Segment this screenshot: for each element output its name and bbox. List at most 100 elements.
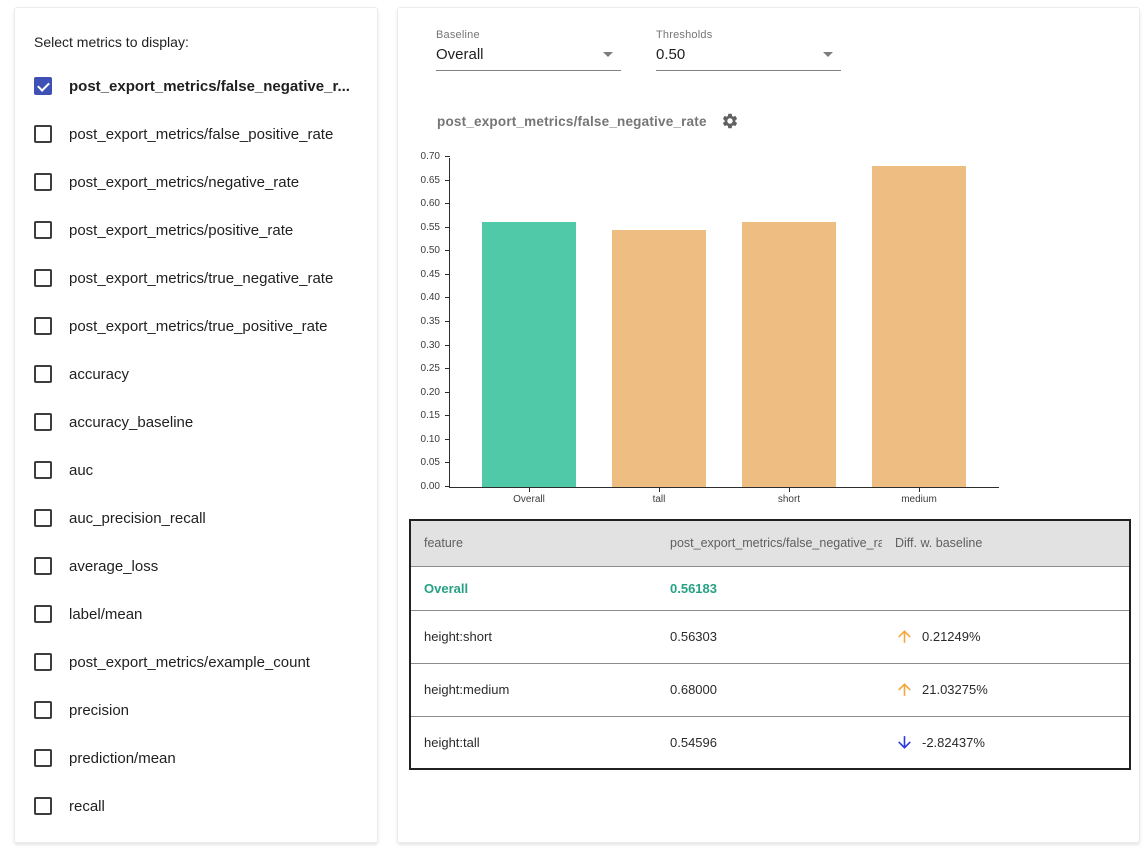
x-tick-label: Overall bbox=[469, 494, 589, 505]
metric-picker-panel: Select metrics to display: post_export_m… bbox=[14, 7, 378, 843]
diff-cell bbox=[882, 566, 1130, 610]
y-tick-label: 0.70 bbox=[406, 151, 440, 162]
checkbox-unchecked[interactable] bbox=[34, 797, 52, 815]
y-tick-mark bbox=[445, 368, 450, 369]
metric-item[interactable]: post_export_metrics/example_count bbox=[15, 638, 377, 686]
metric-item[interactable]: post_export_metrics/false_negative_r... bbox=[15, 62, 377, 110]
metric-item[interactable]: recall bbox=[15, 782, 377, 830]
metric-item[interactable]: label/mean bbox=[15, 590, 377, 638]
metric-item[interactable]: post_export_metrics/negative_rate bbox=[15, 158, 377, 206]
x-tick-label: tall bbox=[599, 494, 719, 505]
y-tick-label: 0.55 bbox=[406, 222, 440, 233]
x-tick-label: medium bbox=[859, 494, 979, 505]
metric-item[interactable]: post_export_metrics/false_positive_rate bbox=[15, 110, 377, 158]
y-tick-mark bbox=[445, 227, 450, 228]
diff-cell: 21.03275% bbox=[882, 663, 1130, 716]
table-row: Overall0.56183 bbox=[410, 566, 1130, 610]
checkbox-unchecked[interactable] bbox=[34, 461, 52, 479]
table-row: height:tall0.54596 -2.82437% bbox=[410, 716, 1130, 769]
metric-item[interactable]: auc_precision_recall bbox=[15, 494, 377, 542]
metric-item-label: post_export_metrics/positive_rate bbox=[69, 222, 293, 239]
y-tick-label: 0.10 bbox=[406, 434, 440, 445]
metric-item[interactable]: accuracy bbox=[15, 350, 377, 398]
col-header-diff: Diff. w. baseline bbox=[882, 520, 1130, 566]
bar-Overall bbox=[482, 222, 576, 487]
checkbox-unchecked[interactable] bbox=[34, 365, 52, 383]
y-tick-mark bbox=[445, 297, 450, 298]
y-tick-label: 0.15 bbox=[406, 410, 440, 421]
metric-item[interactable]: auc bbox=[15, 446, 377, 494]
checkbox-unchecked[interactable] bbox=[34, 221, 52, 239]
y-tick-mark bbox=[445, 250, 450, 251]
metric-item-label: recall bbox=[69, 798, 105, 815]
x-tick-label: short bbox=[729, 494, 849, 505]
checkbox-unchecked[interactable] bbox=[34, 509, 52, 527]
metric-item[interactable]: post_export_metrics/positive_rate bbox=[15, 206, 377, 254]
y-tick-label: 0.60 bbox=[406, 198, 440, 209]
thresholds-select-group: Thresholds 0.50 bbox=[656, 29, 841, 71]
metric-item[interactable]: post_export_metrics/true_positive_rate bbox=[15, 302, 377, 350]
diff-value: -2.82437% bbox=[922, 735, 985, 750]
bar-chart: 0.000.050.100.150.200.250.300.350.400.45… bbox=[449, 158, 999, 488]
baseline-select[interactable]: Overall bbox=[436, 41, 621, 71]
gear-icon[interactable] bbox=[720, 111, 740, 131]
y-tick-mark bbox=[445, 486, 450, 487]
table-row: height:medium0.6800021.03275% bbox=[410, 663, 1130, 716]
metric-item[interactable]: post_export_metrics/true_negative_rate bbox=[15, 254, 377, 302]
checkbox-unchecked[interactable] bbox=[34, 557, 52, 575]
metric-item-label: auc_precision_recall bbox=[69, 510, 206, 527]
metric-item-label: post_export_metrics/true_negative_rate bbox=[69, 270, 333, 287]
x-tick-mark bbox=[529, 487, 530, 492]
feature-cell: height:tall bbox=[410, 716, 657, 769]
checkbox-unchecked[interactable] bbox=[34, 749, 52, 767]
y-tick-mark bbox=[445, 274, 450, 275]
checkbox-unchecked[interactable] bbox=[34, 317, 52, 335]
bar-medium bbox=[872, 166, 966, 487]
metric-item[interactable]: accuracy_baseline bbox=[15, 398, 377, 446]
checkbox-unchecked[interactable] bbox=[34, 125, 52, 143]
arrow-up-icon bbox=[895, 627, 914, 646]
checkbox-checked[interactable] bbox=[34, 77, 52, 95]
x-tick-mark bbox=[919, 487, 920, 492]
diff-value: 21.03275% bbox=[922, 682, 988, 697]
x-tick-mark bbox=[789, 487, 790, 492]
metric-item-label: post_export_metrics/true_positive_rate bbox=[69, 318, 327, 335]
checkbox-unchecked[interactable] bbox=[34, 653, 52, 671]
metric-item[interactable]: precision bbox=[15, 686, 377, 734]
metric-value-cell: 0.54596 bbox=[657, 716, 882, 769]
baseline-select-group: Baseline Overall bbox=[436, 29, 621, 71]
metric-item[interactable]: average_loss bbox=[15, 542, 377, 590]
chart-header: post_export_metrics/false_negative_rate bbox=[437, 111, 740, 131]
metric-value-cell: 0.56183 bbox=[657, 566, 882, 610]
y-tick-mark bbox=[445, 392, 450, 393]
y-tick-label: 0.45 bbox=[406, 269, 440, 280]
metric-item-label: post_export_metrics/false_negative_r... bbox=[69, 78, 350, 95]
diff-value: 0.21249% bbox=[922, 629, 981, 644]
checkbox-unchecked[interactable] bbox=[34, 269, 52, 287]
y-tick-mark bbox=[445, 321, 450, 322]
y-tick-mark bbox=[445, 180, 450, 181]
thresholds-select[interactable]: 0.50 bbox=[656, 41, 841, 71]
checkbox-unchecked[interactable] bbox=[34, 173, 52, 191]
diff-cell: 0.21249% bbox=[882, 610, 1130, 663]
table-header-row: feature post_export_metrics/false_negati… bbox=[410, 520, 1130, 566]
checkbox-unchecked[interactable] bbox=[34, 701, 52, 719]
x-tick-mark bbox=[659, 487, 660, 492]
metric-item-label: accuracy_baseline bbox=[69, 414, 193, 431]
metric-item[interactable]: prediction/mean bbox=[15, 734, 377, 782]
y-tick-label: 0.35 bbox=[406, 316, 440, 327]
y-tick-label: 0.05 bbox=[406, 457, 440, 468]
baseline-select-label: Baseline bbox=[436, 29, 621, 41]
col-header-feature: feature bbox=[410, 520, 657, 566]
metrics-detail-panel: Baseline Overall Thresholds 0.50 post_ex… bbox=[397, 7, 1140, 843]
y-tick-mark bbox=[445, 462, 450, 463]
arrow-down-icon bbox=[895, 733, 914, 752]
feature-cell: Overall bbox=[410, 566, 657, 610]
metrics-table: feature post_export_metrics/false_negati… bbox=[409, 519, 1131, 770]
y-tick-label: 0.50 bbox=[406, 245, 440, 256]
checkbox-unchecked[interactable] bbox=[34, 413, 52, 431]
thresholds-select-label: Thresholds bbox=[656, 29, 841, 41]
metric-item-label: post_export_metrics/negative_rate bbox=[69, 174, 299, 191]
metric-picker-title: Select metrics to display: bbox=[34, 34, 377, 50]
checkbox-unchecked[interactable] bbox=[34, 605, 52, 623]
